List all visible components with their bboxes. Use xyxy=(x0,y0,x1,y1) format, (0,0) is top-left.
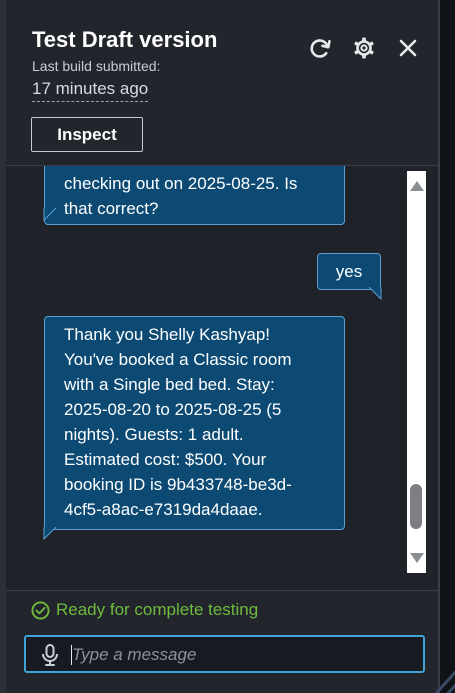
chat-scrollbar[interactable] xyxy=(407,171,426,573)
window-frame-right xyxy=(438,0,455,693)
footer-divider xyxy=(6,590,438,591)
chat-transcript[interactable]: checking out on 2025-08-25. Is that corr… xyxy=(6,166,438,590)
bubble-tail-icon xyxy=(43,527,57,541)
bubble-tail-icon xyxy=(368,287,382,301)
message-input-container[interactable] xyxy=(24,635,425,673)
status-indicator: Ready for complete testing xyxy=(31,600,258,620)
message-line: 4cf5-a8ac-e7319da4daae. xyxy=(64,500,263,519)
message-line: yes xyxy=(335,262,363,281)
message-line: nights). Guests: 1 adult. xyxy=(64,425,244,444)
message-line: booking ID is 9b433748-be3d- xyxy=(64,475,292,494)
message-input[interactable] xyxy=(72,641,412,669)
user-message: yes xyxy=(317,253,382,301)
status-text: Ready for complete testing xyxy=(56,600,259,619)
panel-header: Test Draft version Last build submitted:… xyxy=(6,0,438,165)
bubble-tail-icon xyxy=(43,208,57,222)
scrollbar-thumb[interactable] xyxy=(410,484,422,529)
inspect-button[interactable]: Inspect xyxy=(31,117,143,152)
message-line: that correct? xyxy=(64,199,159,218)
message-line: with a Single bed bed. Stay: xyxy=(64,375,275,394)
scroll-down-icon[interactable] xyxy=(410,553,424,563)
message-line: Estimated cost: $500. Your xyxy=(64,450,267,469)
scroll-up-icon[interactable] xyxy=(410,181,424,191)
check-circle-icon xyxy=(31,600,50,620)
refresh-icon[interactable] xyxy=(307,35,333,61)
app-window: Test Draft version Last build submitted:… xyxy=(0,0,455,693)
message-line: checking out on 2025-08-25. Is xyxy=(64,174,298,193)
bot-message: checking out on 2025-08-25. Is that corr… xyxy=(43,166,345,225)
message-line: 2025-08-20 to 2025-08-25 (5 xyxy=(64,400,282,419)
frame-border xyxy=(438,0,440,693)
gear-icon[interactable] xyxy=(351,35,377,61)
close-icon[interactable] xyxy=(395,35,421,61)
build-timestamp[interactable]: 17 minutes ago xyxy=(32,79,149,102)
resize-grip-icon[interactable] xyxy=(420,655,455,693)
message-line: You've booked a Classic room xyxy=(64,350,292,369)
build-label: Last build submitted: xyxy=(32,58,161,74)
microphone-icon[interactable] xyxy=(40,644,60,666)
bot-message: Thank you Shelly Kashyap! You've booked … xyxy=(43,316,345,541)
test-panel: Test Draft version Last build submitted:… xyxy=(6,0,438,693)
panel-title: Test Draft version xyxy=(32,27,218,52)
message-line: Thank you Shelly Kashyap! xyxy=(64,325,271,344)
